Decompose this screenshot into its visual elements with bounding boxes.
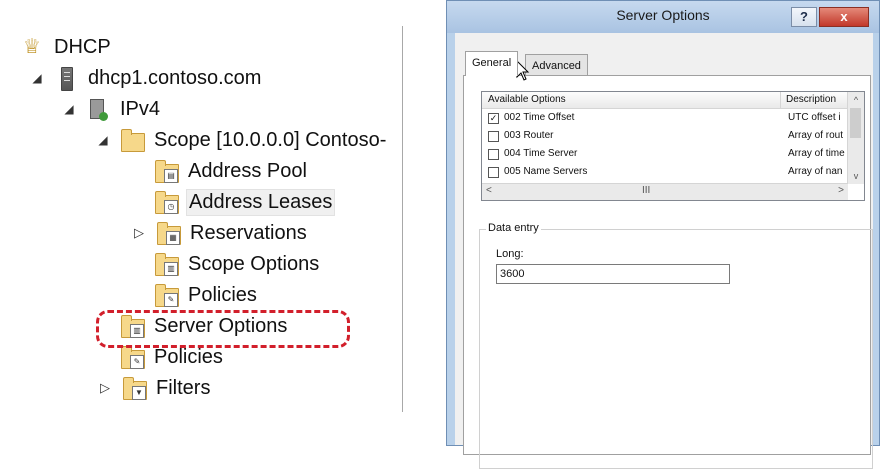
data-entry-group: Data entry Long: 3600 [479, 222, 873, 469]
long-label: Long: [496, 248, 524, 260]
address-pool-icon: ▤ [154, 159, 179, 183]
option-checkbox[interactable] [488, 131, 499, 142]
scroll-left-icon[interactable]: < [486, 185, 492, 196]
option-description: UTC offset i [788, 112, 841, 123]
scroll-thumb[interactable] [850, 108, 861, 138]
available-options-list[interactable]: Available Options Description ✓ 002 Time… [481, 91, 865, 201]
policies-icon: ✎ [120, 345, 145, 369]
folder-icon [120, 128, 145, 152]
tree-node-label: dhcp1.contoso.com [88, 66, 262, 89]
option-row[interactable]: 004 Time Server Array of time [482, 145, 848, 163]
tree-node-address-pool[interactable]: ▤ Address Pool [154, 157, 309, 185]
tree-node-label: Scope Options [188, 252, 320, 275]
expand-arrow-icon[interactable]: ▷ [98, 380, 112, 396]
help-button[interactable]: ? [791, 7, 817, 27]
console-tree: ♕ DHCP ◢ dhcp1.contoso.com ◢ IPv4 ◢ Scop… [0, 0, 403, 446]
dialog-titlebar[interactable]: Server Options ? x [447, 1, 879, 33]
tree-node-label: Filters [156, 376, 211, 399]
policies-icon: ✎ [154, 283, 179, 307]
tree-node-scope[interactable]: ◢ Scope [10.0.0.0] Contoso- [96, 126, 388, 154]
tree-node-filters[interactable]: ▷ ▼ Filters [98, 374, 212, 402]
vertical-scrollbar[interactable]: ^ v [847, 92, 864, 184]
option-checkbox[interactable] [488, 149, 499, 160]
tree-node-label: Address Leases [186, 188, 336, 216]
scroll-up-icon[interactable]: ^ [848, 92, 864, 108]
column-header-description[interactable]: Description [786, 94, 836, 105]
option-description: Array of nan [788, 166, 843, 177]
expand-arrow-icon[interactable]: ◢ [96, 133, 110, 147]
tree-node-reservations[interactable]: ▷ ▦ Reservations [132, 219, 309, 247]
tab-advanced[interactable]: Advanced [525, 54, 588, 76]
server-options-highlight [96, 310, 350, 348]
expand-arrow-icon[interactable]: ▷ [132, 225, 146, 241]
tree-node-ipv4[interactable]: ◢ IPv4 [62, 95, 162, 123]
horizontal-scrollbar[interactable]: < III > [482, 183, 848, 200]
list-header: Available Options Description [482, 92, 864, 109]
filters-icon: ▼ [122, 376, 147, 400]
option-row[interactable]: 005 Name Servers Array of nan [482, 163, 848, 181]
option-row[interactable]: 003 Router Array of rout [482, 127, 848, 145]
option-name: 002 Time Offset [504, 112, 575, 123]
dhcp-icon: ♕ [23, 36, 41, 58]
data-entry-legend: Data entry [486, 222, 541, 234]
tree-right-border [402, 26, 403, 412]
close-button[interactable]: x [819, 7, 869, 27]
tree-node-label: Address Pool [188, 159, 307, 182]
option-checkbox[interactable]: ✓ [488, 113, 499, 124]
tree-node-label: Policies [188, 283, 257, 306]
scope-options-icon: ▥ [154, 252, 179, 276]
option-row[interactable]: ✓ 002 Time Offset UTC offset i [482, 109, 848, 127]
option-name: 004 Time Server [504, 148, 578, 159]
expand-arrow-icon[interactable]: ◢ [62, 102, 76, 116]
option-description: Array of time [788, 148, 845, 159]
tree-node-label: Policies [154, 345, 223, 368]
long-value-input[interactable]: 3600 [496, 264, 730, 284]
option-description: Array of rout [788, 130, 844, 141]
address-leases-icon: ◷ [154, 190, 179, 214]
dialog-client-area: General Advanced Available Options Descr… [455, 33, 873, 469]
ipv4-icon [86, 97, 110, 121]
tree-node-dhcp1[interactable]: ◢ dhcp1.contoso.com [30, 64, 263, 92]
scroll-right-icon[interactable]: > [838, 185, 844, 196]
tree-node-label: IPv4 [120, 97, 161, 120]
option-checkbox[interactable] [488, 167, 499, 178]
tree-node-label: DHCP [54, 35, 111, 58]
tree-node-scope-options[interactable]: ▥ Scope Options [154, 250, 321, 278]
reservations-icon: ▦ [156, 221, 181, 245]
tree-node-address-leases[interactable]: ◷ Address Leases [154, 188, 336, 216]
option-name: 003 Router [504, 130, 554, 141]
tree-node-dhcp[interactable]: ♕ DHCP [20, 33, 113, 61]
tree-node-label: Reservations [190, 221, 307, 244]
scroll-down-icon[interactable]: v [848, 168, 864, 184]
tree-node-scope-policies[interactable]: ✎ Policies [154, 281, 259, 309]
scroll-thumb-grip[interactable]: III [642, 185, 650, 196]
expand-arrow-icon[interactable]: ◢ [30, 71, 44, 85]
tab-general[interactable]: General [465, 51, 519, 76]
tree-node-label: Scope [10.0.0.0] Contoso- [154, 128, 387, 151]
column-header-available-options[interactable]: Available Options [488, 94, 566, 105]
option-name: 005 Name Servers [504, 166, 588, 177]
server-icon [54, 66, 78, 91]
server-options-dialog: Server Options ? x General Advanced Avai… [446, 0, 880, 469]
column-separator[interactable] [780, 92, 781, 108]
